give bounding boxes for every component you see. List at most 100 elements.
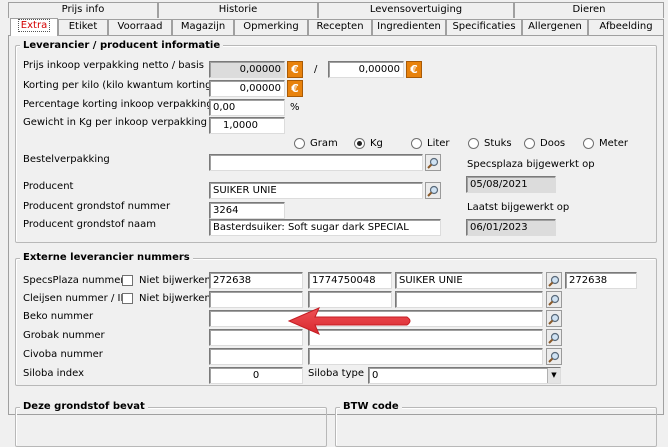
tab-prijs-info[interactable]: Prijs info <box>8 2 158 18</box>
search-icon <box>427 157 439 169</box>
unit-label-stuks: Stuks <box>484 138 512 149</box>
annotation-arrow <box>287 307 411 335</box>
search-icon <box>548 294 560 306</box>
civoba-label: Civoba nummer <box>23 349 103 360</box>
tab-extra[interactable]: Extra <box>10 18 58 36</box>
specsplaza-updated-label: Specsplaza bijgewerkt op <box>467 159 595 170</box>
search-icon <box>548 351 560 363</box>
tab-label: Extra <box>17 19 51 32</box>
tab-label: Opmerking <box>243 21 299 32</box>
raw-name-label: Producent grondstof naam <box>23 219 156 230</box>
specsplaza-number-label: SpecsPlaza nummer <box>23 275 125 286</box>
price-netto-field[interactable]: 0,00000 <box>209 61 285 78</box>
tab-levensovertuiging[interactable]: Levensovertuiging <box>318 2 514 18</box>
price-separator: / <box>314 64 318 75</box>
siloba-index-field[interactable]: 0 <box>209 367 303 384</box>
civoba-field-2[interactable] <box>308 348 543 365</box>
cleijsen-no-update-checkbox[interactable] <box>122 293 133 304</box>
unit-radio-liter[interactable] <box>411 138 422 149</box>
tab-allergenen[interactable]: Allergenen <box>522 19 588 35</box>
beko-label: Beko nummer <box>23 311 94 322</box>
grobak-label: Grobak nummer <box>23 330 105 341</box>
price-label: Prijs inkoop verpakking netto / basis <box>23 60 204 71</box>
tab-label: Ingredienten <box>377 21 441 32</box>
siloba-type-select[interactable]: 0 ▼ <box>368 367 561 384</box>
tab-historie[interactable]: Historie <box>158 2 318 18</box>
raw-number-label: Producent grondstof nummer <box>23 201 171 212</box>
discount-pct-field[interactable]: 0,00 <box>209 99 285 116</box>
tab-specificaties[interactable]: Specificaties <box>446 19 522 35</box>
unit-radio-meter[interactable] <box>583 138 594 149</box>
tab-label: Prijs info <box>61 4 105 15</box>
euro-button-discount[interactable]: € <box>287 80 303 97</box>
tab-recepten[interactable]: Recepten <box>308 19 372 35</box>
search-icon <box>427 185 439 197</box>
specsplaza-updated-field: 05/08/2021 <box>466 176 556 193</box>
tab-label: Etiket <box>68 21 98 32</box>
producer-search-button[interactable] <box>425 182 441 199</box>
search-icon <box>548 313 560 325</box>
pct-symbol: % <box>290 102 300 113</box>
tab-ingredienten[interactable]: Ingredienten <box>372 19 446 35</box>
last-updated-field: 06/01/2023 <box>466 219 556 236</box>
group-grondstof-bevat <box>15 407 327 447</box>
tab-etiket[interactable]: Etiket <box>58 19 108 35</box>
tab-voorraad[interactable]: Voorraad <box>108 19 172 35</box>
grobak-search-button[interactable] <box>546 329 562 346</box>
tab-afbeelding[interactable]: Afbeelding <box>588 19 664 35</box>
tab-dieren[interactable]: Dieren <box>514 2 664 18</box>
producer-field[interactable]: SUIKER UNIE <box>209 182 423 199</box>
weight-field[interactable]: 1,0000 <box>209 117 285 134</box>
packaging-search-button[interactable] <box>425 154 441 171</box>
beko-search-button[interactable] <box>546 310 562 327</box>
producer-label: Producent <box>23 181 74 192</box>
siloba-type-dropdown-button[interactable]: ▼ <box>547 368 560 383</box>
cleijsen-search-button[interactable] <box>546 291 562 308</box>
specsplaza-search-button[interactable] <box>546 272 562 289</box>
unit-radio-gram[interactable] <box>294 138 305 149</box>
civoba-search-button[interactable] <box>546 348 562 365</box>
weight-label: Gewicht in Kg per inkoop verpakking <box>23 117 207 128</box>
packaging-field[interactable] <box>209 154 423 171</box>
tab-label: Allergenen <box>528 21 582 32</box>
specsplaza-number-field-1[interactable]: 272638 <box>209 272 303 289</box>
siloba-type-label: Siloba type <box>308 368 365 379</box>
search-icon <box>548 332 560 344</box>
tab-label: Magazijn <box>180 21 226 32</box>
specsplaza-number-field-4[interactable]: 272638 <box>565 272 637 289</box>
unit-radio-kg[interactable] <box>354 138 365 149</box>
tab-opmerking[interactable]: Opmerking <box>234 19 308 35</box>
specsplaza-number-field-3[interactable]: SUIKER UNIE <box>395 272 543 289</box>
tab-label: Levensovertuiging <box>369 4 463 15</box>
tab-label: Historie <box>218 4 258 15</box>
specsplaza-no-update-label: Niet bijwerken! <box>139 275 215 286</box>
tab-label: Afbeelding <box>599 21 653 32</box>
price-basis-field[interactable]: 0,00000 <box>328 61 404 78</box>
unit-radio-stuks[interactable] <box>468 138 479 149</box>
raw-number-field[interactable]: 3264 <box>209 202 285 219</box>
unit-label-liter: Liter <box>427 138 450 149</box>
cleijsen-label: Cleijsen nummer / ID <box>23 293 129 304</box>
tab-label: Specificaties <box>452 21 516 32</box>
discount-kilo-field[interactable]: 0,00000 <box>209 80 285 97</box>
last-updated-label: Laatst bijgewerkt op <box>467 202 570 213</box>
group-title-btw: BTW code <box>340 401 402 413</box>
euro-icon: € <box>291 82 299 95</box>
unit-label-gram: Gram <box>310 138 338 149</box>
euro-icon: € <box>291 63 299 76</box>
group-btw-code <box>335 407 657 447</box>
tab-magazijn[interactable]: Magazijn <box>172 19 234 35</box>
specsplaza-number-field-2[interactable]: 1774750048 <box>308 272 392 289</box>
unit-label-doos: Doos <box>540 138 566 149</box>
group-title-bevat: Deze grondstof bevat <box>20 401 148 413</box>
unit-radio-doos[interactable] <box>524 138 535 149</box>
search-icon <box>548 275 560 287</box>
chevron-down-icon: ▼ <box>551 371 557 379</box>
euro-button[interactable]: € <box>287 61 303 78</box>
civoba-field-1[interactable] <box>209 348 303 365</box>
raw-name-field[interactable]: Basterdsuiker: Soft sugar dark SPECIAL <box>209 219 441 236</box>
euro-icon: € <box>410 63 418 76</box>
specsplaza-no-update-checkbox[interactable] <box>122 275 133 286</box>
siloba-type-value: 0 <box>372 370 379 381</box>
euro-button-basis[interactable]: € <box>406 61 422 78</box>
